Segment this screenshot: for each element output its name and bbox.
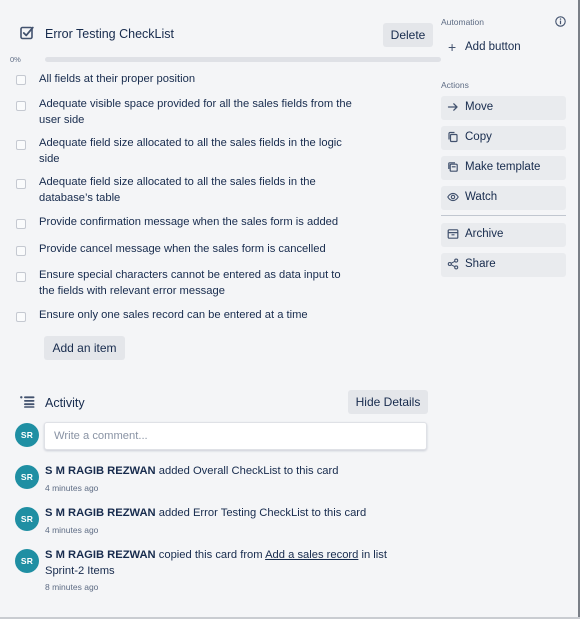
activity-timestamp[interactable]: 8 minutes ago	[45, 582, 98, 592]
activity-entry: S M RAGIB REZWAN added Error Testing Che…	[45, 506, 425, 522]
watch-button[interactable]: Watch	[441, 186, 566, 210]
eye-icon	[447, 192, 459, 202]
checklist-item-text[interactable]: Adequate visible space provided for all …	[39, 97, 359, 128]
move-label: Move	[465, 101, 494, 113]
checklist-item-checkbox[interactable]	[16, 219, 26, 229]
avatar[interactable]: SR	[15, 507, 39, 531]
checklist-title[interactable]: Error Testing CheckList	[45, 27, 174, 41]
card-detail-panel: Error Testing CheckList Delete 0% All fi…	[0, 0, 580, 619]
archive-label: Archive	[465, 228, 504, 240]
watch-label: Watch	[465, 191, 498, 203]
activity-user[interactable]: S M RAGIB REZWAN	[45, 465, 156, 477]
checklist-item-text[interactable]: Provide confirmation message when the sa…	[39, 215, 359, 231]
checklist-item-text[interactable]: Adequate field size allocated to all the…	[39, 136, 359, 167]
checklist-header: Error Testing CheckList Delete	[20, 22, 433, 48]
activity-entry: S M RAGIB REZWAN added Overall CheckList…	[45, 464, 425, 480]
share-label: Share	[465, 258, 496, 270]
checklist-item-checkbox[interactable]	[16, 272, 26, 282]
checklist-item-text[interactable]: Provide cancel message when the sales fo…	[39, 242, 359, 258]
info-icon[interactable]	[555, 16, 566, 27]
activity-icon	[20, 396, 35, 408]
checklist-item-checkbox[interactable]	[16, 140, 26, 150]
arrow-right-icon	[447, 103, 458, 111]
add-button-button[interactable]: + Add button	[441, 37, 566, 59]
avatar[interactable]: SR	[15, 549, 39, 573]
copy-label: Copy	[465, 131, 492, 143]
make-template-label: Make template	[465, 161, 541, 173]
checklist-item-checkbox[interactable]	[16, 179, 26, 189]
activity-user[interactable]: S M RAGIB REZWAN	[45, 507, 156, 519]
checklist-item-text[interactable]: All fields at their proper position	[39, 72, 359, 88]
checklist-item-text[interactable]: Ensure only one sales record can be ente…	[39, 308, 359, 324]
checklist-icon	[20, 26, 34, 40]
activity-timestamp[interactable]: 4 minutes ago	[45, 483, 98, 493]
automation-label: Automation	[441, 17, 484, 27]
checklist-item-checkbox[interactable]	[16, 312, 26, 322]
activity-user[interactable]: S M RAGIB REZWAN	[45, 549, 156, 561]
activity-action: copied this card from	[155, 549, 266, 561]
activity-entry: S M RAGIB REZWAN copied this card from A…	[45, 548, 415, 579]
activity-action: added Error Testing CheckList to this ca…	[155, 507, 367, 519]
archive-icon	[447, 229, 459, 239]
progress-percent: 0%	[10, 55, 21, 64]
archive-button[interactable]: Archive	[441, 223, 566, 247]
avatar[interactable]: SR	[15, 423, 39, 447]
share-icon	[447, 258, 459, 270]
activity-timestamp[interactable]: 4 minutes ago	[45, 525, 98, 535]
copy-icon	[448, 131, 458, 143]
share-button[interactable]: Share	[441, 253, 566, 277]
hide-details-button[interactable]: Hide Details	[348, 390, 428, 414]
template-icon	[448, 162, 458, 172]
checklist-item-text[interactable]: Adequate field size allocated to all the…	[39, 175, 359, 206]
checklist-item-checkbox[interactable]	[16, 101, 26, 111]
progress-bar	[45, 57, 441, 62]
activity-action: added Overall CheckList to this card	[155, 465, 339, 477]
move-button[interactable]: Move	[441, 96, 566, 120]
plus-icon: +	[448, 39, 457, 55]
activity-title: Activity	[45, 396, 85, 410]
copy-button[interactable]: Copy	[441, 126, 566, 150]
make-template-button[interactable]: Make template	[441, 156, 566, 180]
avatar[interactable]: SR	[15, 465, 39, 489]
checklist-item-checkbox[interactable]	[16, 75, 26, 85]
checklist-item-text[interactable]: Ensure special characters cannot be ente…	[39, 268, 359, 299]
checklist-item-checkbox[interactable]	[16, 246, 26, 256]
add-item-button[interactable]: Add an item	[44, 336, 125, 360]
actions-label: Actions	[441, 80, 469, 90]
card-link[interactable]: Add a sales record	[265, 549, 358, 561]
comment-input[interactable]	[44, 422, 427, 450]
sidebar-divider	[441, 215, 566, 216]
add-button-label: Add button	[465, 41, 521, 53]
delete-checklist-button[interactable]: Delete	[383, 23, 433, 47]
